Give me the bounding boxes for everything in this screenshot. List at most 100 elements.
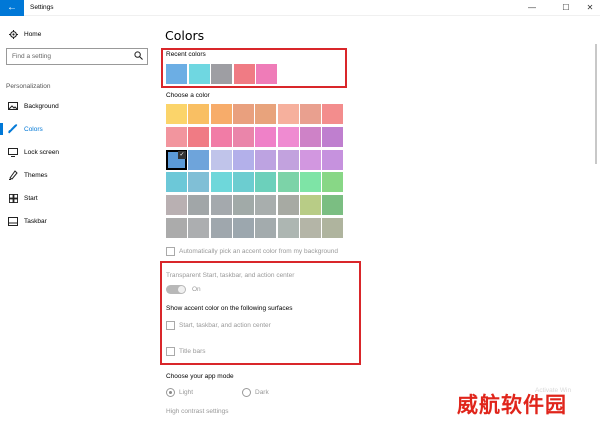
color-swatch[interactable]: [255, 195, 277, 216]
color-swatch[interactable]: [232, 195, 254, 216]
watermark-text: 威航软件园: [457, 393, 567, 417]
color-swatch[interactable]: [299, 218, 321, 238]
color-swatch[interactable]: [210, 126, 232, 147]
recent-color-swatch[interactable]: [256, 64, 277, 84]
color-swatch[interactable]: [299, 149, 321, 170]
sidebar: Home Find a setting Personalization Back…: [0, 16, 152, 427]
color-swatch[interactable]: [188, 195, 210, 216]
page-title: Colors: [165, 28, 205, 43]
color-swatch[interactable]: [277, 195, 299, 216]
light-radio[interactable]: [166, 388, 175, 397]
dark-label: Dark: [255, 389, 269, 396]
color-swatch[interactable]: [299, 195, 321, 216]
color-swatch[interactable]: [232, 126, 254, 147]
color-swatch[interactable]: [232, 104, 254, 124]
sidebar-item-label: Start: [24, 194, 38, 202]
image-icon: [8, 101, 18, 111]
title-bars-checkbox[interactable]: [166, 347, 175, 356]
high-contrast-link[interactable]: High contrast settings: [166, 408, 229, 415]
sidebar-item-home[interactable]: Home: [0, 24, 152, 44]
sidebar-item-lockscreen[interactable]: Lock screen: [0, 142, 152, 162]
color-swatch[interactable]: [277, 172, 299, 193]
color-swatch[interactable]: [322, 126, 344, 147]
color-swatch[interactable]: [232, 218, 254, 238]
color-swatch[interactable]: [299, 104, 321, 124]
sidebar-item-themes[interactable]: Themes: [0, 165, 152, 185]
close-icon: ✕: [586, 3, 594, 12]
color-swatch[interactable]: [166, 126, 187, 147]
dark-radio[interactable]: [242, 388, 251, 397]
color-swatch[interactable]: [322, 195, 344, 216]
color-swatch[interactable]: [166, 195, 187, 216]
maximize-icon: ☐: [562, 3, 570, 12]
color-swatch[interactable]: [166, 218, 187, 238]
color-swatch[interactable]: [188, 149, 210, 170]
auto-pick-checkbox[interactable]: [166, 247, 175, 256]
recent-color-swatch[interactable]: [166, 64, 187, 84]
color-swatch[interactable]: [322, 104, 344, 124]
taskbar-icon: [8, 216, 18, 226]
color-swatch[interactable]: [188, 218, 210, 238]
maximize-button[interactable]: ☐: [554, 0, 578, 16]
minimize-icon: —: [528, 3, 536, 12]
color-swatch[interactable]: [188, 126, 210, 147]
color-swatch[interactable]: [322, 172, 344, 193]
monitor-icon: [8, 147, 18, 157]
color-swatch[interactable]: ✓: [166, 149, 187, 170]
color-swatch[interactable]: [255, 172, 277, 193]
back-button[interactable]: ←: [0, 0, 24, 16]
recent-color-swatch[interactable]: [188, 64, 210, 84]
search-input[interactable]: Find a setting: [6, 48, 148, 65]
color-swatch[interactable]: [166, 104, 187, 124]
color-swatch[interactable]: [255, 149, 277, 170]
sidebar-item-taskbar[interactable]: Taskbar: [0, 211, 152, 231]
color-swatch[interactable]: [210, 195, 232, 216]
color-swatch[interactable]: [299, 126, 321, 147]
color-swatch[interactable]: [277, 149, 299, 170]
show-accent-label: Show accent color on the following surfa…: [166, 305, 293, 312]
sidebar-item-label: Background: [24, 102, 59, 110]
color-swatch[interactable]: [166, 172, 187, 193]
color-swatch[interactable]: [210, 104, 232, 124]
gear-icon: [8, 29, 18, 39]
palette-icon: [8, 124, 18, 134]
recent-colors-label: Recent colors: [166, 51, 206, 58]
color-swatch[interactable]: [322, 218, 344, 238]
color-swatch[interactable]: [210, 172, 232, 193]
start-icon: [8, 193, 18, 203]
start-taskbar-checkbox[interactable]: [166, 321, 175, 330]
brush-icon: [8, 170, 18, 180]
minimize-button[interactable]: —: [520, 0, 544, 16]
sidebar-item-start[interactable]: Start: [0, 188, 152, 208]
color-swatch[interactable]: [255, 126, 277, 147]
color-swatch[interactable]: [277, 218, 299, 238]
color-swatch[interactable]: [210, 149, 232, 170]
color-swatch[interactable]: [232, 172, 254, 193]
recent-color-swatch[interactable]: [233, 64, 255, 84]
title-bars-label: Title bars: [179, 348, 206, 355]
color-swatch[interactable]: [255, 218, 277, 238]
scrollbar[interactable]: [595, 44, 597, 164]
sidebar-item-label: Colors: [24, 125, 43, 133]
transparency-toggle[interactable]: [166, 285, 186, 294]
color-swatch[interactable]: [210, 218, 232, 238]
sidebar-item-colors[interactable]: Colors: [0, 119, 152, 139]
color-swatch[interactable]: [232, 149, 254, 170]
section-label: Personalization: [6, 83, 51, 90]
back-arrow-icon: ←: [7, 2, 17, 13]
color-swatch[interactable]: [188, 104, 210, 124]
color-swatch[interactable]: [188, 172, 210, 193]
transparency-label: Transparent Start, taskbar, and action c…: [166, 272, 295, 279]
color-swatch[interactable]: [277, 126, 299, 147]
close-button[interactable]: ✕: [578, 0, 600, 16]
color-swatch[interactable]: [322, 149, 344, 170]
recent-color-swatch[interactable]: [211, 64, 232, 84]
main-content: Colors Recent colors Choose a color ✓ Au…: [152, 16, 600, 427]
color-swatch[interactable]: [277, 104, 299, 124]
search-placeholder: Find a setting: [12, 53, 52, 60]
sidebar-item-background[interactable]: Background: [0, 96, 152, 116]
toggle-knob: [178, 286, 185, 293]
color-swatch[interactable]: [299, 172, 321, 193]
color-swatch[interactable]: [255, 104, 277, 124]
choose-color-label: Choose a color: [166, 92, 210, 99]
